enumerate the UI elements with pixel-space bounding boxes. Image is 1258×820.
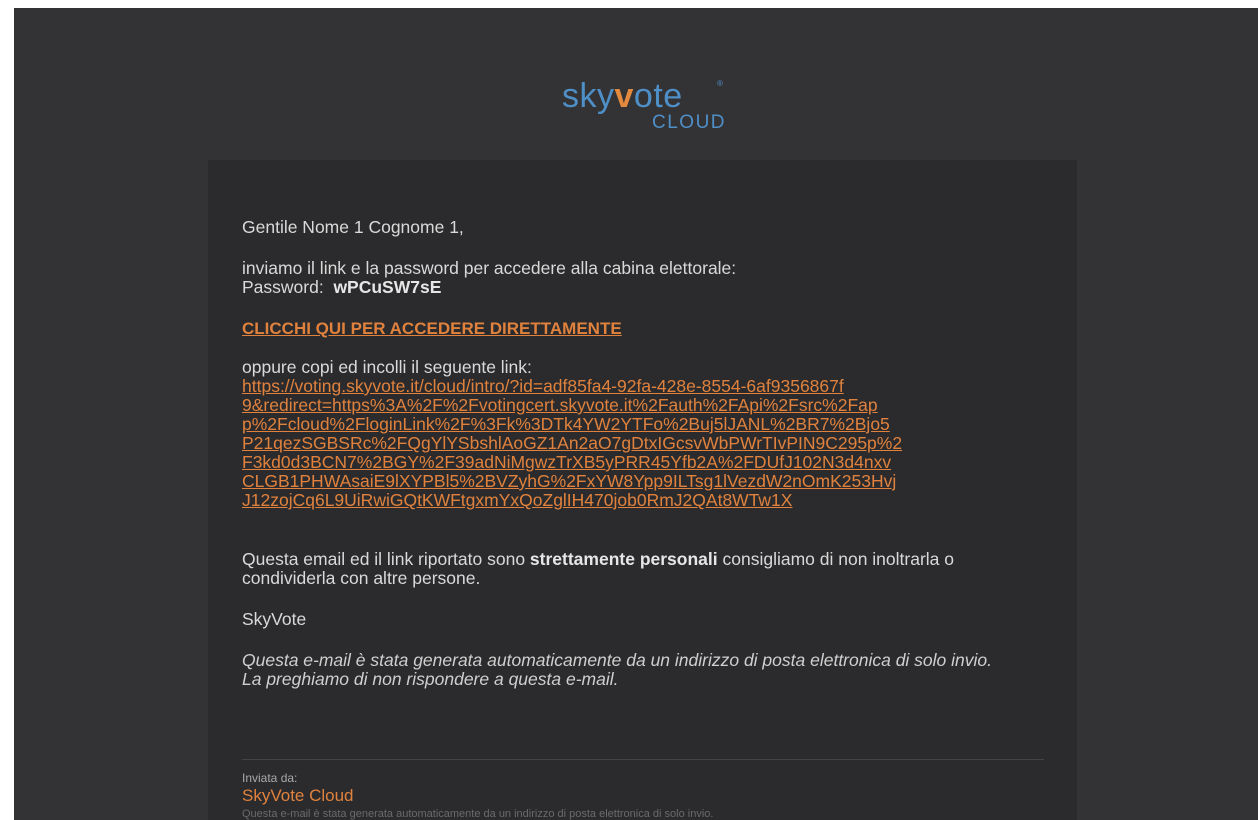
intro-text: inviamo il link e la password per accede… — [242, 258, 737, 278]
sender-name: SkyVote Cloud — [242, 786, 354, 805]
auto-notice-line: La preghiamo di non rispondere a questa … — [242, 669, 619, 689]
sent-by-label: Inviata da: — [242, 771, 298, 785]
url-line: J12zojCq6L9UiRwiGQtKWFtgxmYxQoZglIH470jo… — [242, 490, 793, 510]
personal-notice-text: Questa email ed il link riportato sono — [242, 549, 530, 569]
email-viewer: skyvote ® CLOUD Gentile Nome 1 Cognome 1… — [14, 8, 1258, 820]
logo-check-v: v — [614, 77, 634, 115]
skyvote-logo: skyvote ® CLOUD — [562, 76, 742, 140]
personal-notice-bold: strettamente personali — [529, 549, 718, 569]
direct-access-link[interactable]: CLICCHI QUI PER ACCEDERE DIRETTAMENTE — [242, 319, 622, 338]
logo-text-sky: sky — [562, 77, 615, 115]
copy-link-label: oppure copi ed incolli il seguente link: — [242, 357, 532, 377]
auto-notice-line: Questa e-mail è stata generata automatic… — [242, 650, 993, 670]
url-line: F3kd0d3BCN7%2BGY%2F39adNiMgwzTrXB5yPRR45… — [242, 452, 892, 472]
greeting: Gentile Nome 1 Cognome 1, — [242, 217, 464, 237]
signature: SkyVote — [242, 609, 307, 629]
email-content: Gentile Nome 1 Cognome 1, inviamo il lin… — [242, 218, 1042, 689]
logo-text-ote: ote — [633, 77, 683, 115]
auto-generated-notice: Questa e-mail è stata generata automatic… — [242, 651, 1042, 689]
logo-subtitle: CLOUD — [652, 112, 727, 133]
url-line: P21qezSGBSRc%2FQgYlYSbshlAoGZ1An2aO7gDtx… — [242, 433, 903, 453]
personal-notice: Questa email ed il link riportato sono s… — [242, 550, 1042, 588]
email-body-panel: Gentile Nome 1 Cognome 1, inviamo il lin… — [208, 160, 1077, 820]
footer-divider — [242, 759, 1044, 760]
email-footer: Inviata da: SkyVote Cloud Questa e-mail … — [242, 770, 1042, 820]
logo-registered-mark: ® — [717, 79, 723, 88]
url-line: 9&redirect=https%3A%2F%2Fvotingcert.skyv… — [242, 395, 878, 415]
footer-note: Questa e-mail è stata generata automatic… — [242, 808, 714, 820]
logo-wordmark: skyvote — [562, 76, 683, 116]
password-line: Password: wPCuSW7sE — [242, 278, 1042, 297]
url-line: p%2Fcloud%2FloginLink%2F%3Fk%3DTk4YW2YTF… — [242, 414, 890, 434]
url-line: https://voting.skyvote.it/cloud/intro/?i… — [242, 376, 844, 396]
password-value: wPCuSW7sE — [333, 277, 442, 297]
url-line: CLGB1PHWAsaiE9lXYPBl5%2BVZyhG%2FxYW8Ypp9… — [242, 471, 897, 491]
voting-url-link[interactable]: https://voting.skyvote.it/cloud/intro/?i… — [242, 377, 1018, 510]
password-label: Password: — [242, 277, 324, 297]
